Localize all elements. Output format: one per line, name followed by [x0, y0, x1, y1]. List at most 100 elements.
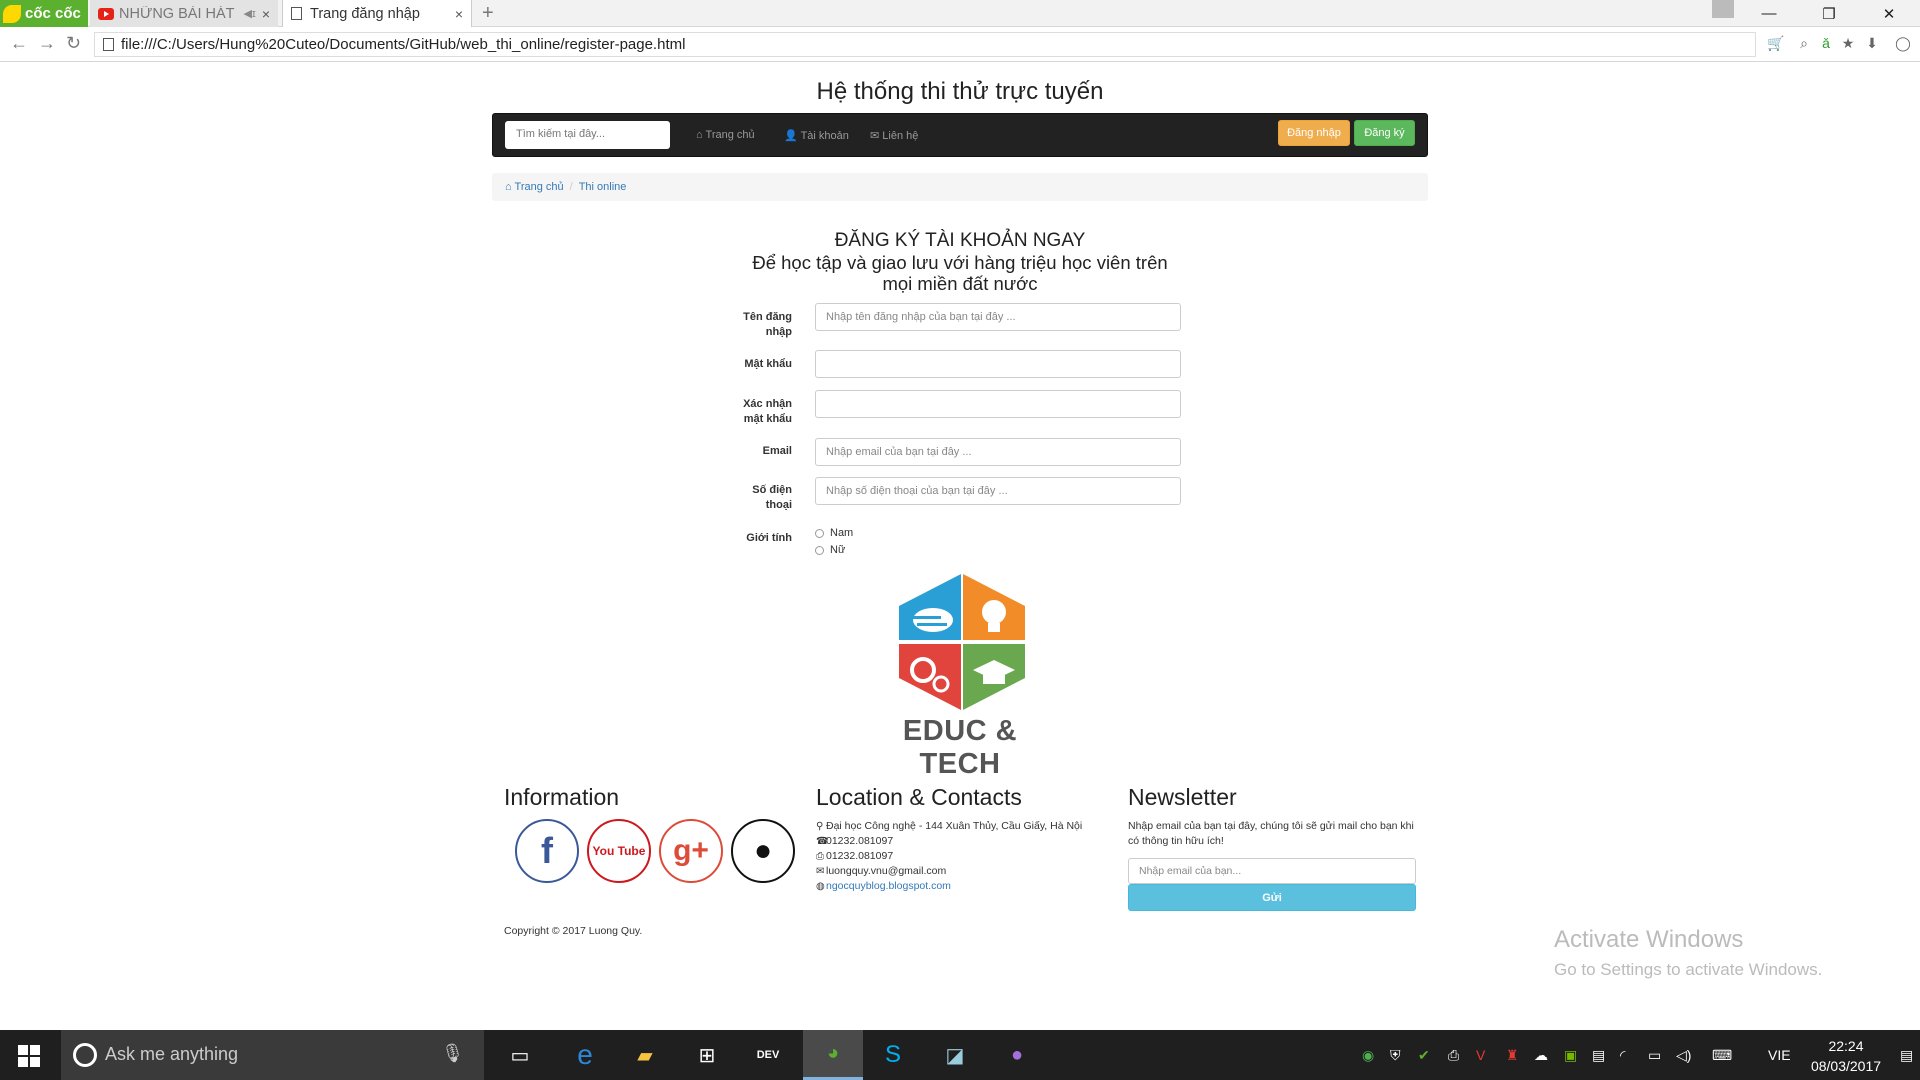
register-button[interactable]: Đăng ký — [1354, 120, 1415, 146]
battery-icon[interactable]: ▭ — [1648, 1047, 1661, 1064]
tab-music[interactable]: NHỮNG BÀI HÁT ◀ɪ × — [90, 0, 278, 27]
label-line: Email — [762, 445, 792, 457]
clock-date: 08/03/2017 — [1810, 1058, 1882, 1074]
devcpp-icon[interactable]: DEV — [738, 1030, 798, 1080]
menu-circle-icon[interactable]: ◯ — [1893, 35, 1913, 55]
file-explorer-icon[interactable]: ▰ — [615, 1030, 675, 1080]
bookmark-star-icon[interactable]: ★ — [1838, 35, 1858, 55]
form-subheading-line: mọi miền đất nước — [882, 273, 1038, 294]
task-view-icon[interactable]: ▭ — [490, 1030, 550, 1080]
close-window-icon[interactable]: ✕ — [1866, 0, 1912, 27]
close-tab-icon[interactable]: × — [262, 6, 270, 22]
nvidia-icon[interactable]: ▣ — [1564, 1047, 1577, 1064]
radio-button[interactable] — [815, 528, 824, 538]
email-text: luongquy.vnu@gmail.com — [826, 865, 947, 877]
username-label: Tên đăng nhập — [694, 310, 792, 340]
cloud-icon[interactable]: ☁ — [1534, 1047, 1548, 1064]
browser-brand-label: cốc cốc — [25, 5, 81, 22]
restore-icon[interactable]: ❐ — [1806, 0, 1852, 27]
shield-icon[interactable]: ⛨ — [1390, 1047, 1401, 1064]
volume-icon[interactable]: ◁) — [1676, 1047, 1691, 1064]
speaker-icon[interactable]: ◀ɪ — [243, 7, 255, 20]
nav-home[interactable]: ⌂ Trang chủ — [696, 129, 755, 141]
contact-address: ⚲ Đại học Công nghệ - 144 Xuân Thủy, Cầu … — [816, 820, 1082, 832]
website-link[interactable]: ngocquyblog.blogspot.com — [826, 880, 951, 892]
cart-icon[interactable]: 🛒 — [1766, 35, 1786, 55]
windows-start-icon[interactable] — [18, 1045, 40, 1067]
google-plus-icon[interactable]: g+ — [659, 819, 723, 883]
activate-windows-subtitle: Go to Settings to activate Windows. — [1554, 960, 1823, 979]
cortana-icon — [73, 1043, 97, 1067]
vivaldi-icon[interactable]: V — [1476, 1047, 1485, 1063]
login-button[interactable]: Đăng nhập — [1278, 120, 1350, 146]
user-profile-icon[interactable] — [1712, 0, 1734, 18]
form-subheading: Để học tập và giao lưu với hàng triệu họ… — [700, 252, 1220, 294]
gender-radio-female[interactable]: Nữ — [815, 544, 845, 556]
contact-phone: ☎01232.081097 — [816, 835, 893, 847]
gender-radio-male[interactable]: Nam — [815, 527, 853, 539]
email-label: Email — [694, 444, 792, 459]
edge-icon[interactable]: e — [555, 1030, 615, 1080]
label-line: mật khẩu — [743, 413, 792, 425]
nav-account[interactable]: 👤 Tài khoản — [784, 129, 849, 142]
home-icon: ⌂ — [505, 181, 512, 193]
form-subheading-line: Để học tập và giao lưu với hàng triệu họ… — [752, 252, 1168, 273]
download-icon[interactable]: ⬇ — [1862, 35, 1882, 55]
minimize-icon[interactable]: — — [1746, 0, 1792, 27]
store-icon[interactable]: ⊞ — [677, 1030, 737, 1080]
breadcrumb-current[interactable]: Thi online — [579, 181, 627, 193]
coccoc-taskbar-icon[interactable]: ◕ — [803, 1030, 863, 1080]
phone-field[interactable]: Nhập số điện thoại của bạn tại đây ... — [815, 477, 1181, 505]
zoom-icon[interactable]: ⌕ — [1794, 35, 1814, 55]
keyboard-icon[interactable]: ⌨ — [1712, 1047, 1732, 1064]
email-field[interactable]: Nhập email của bạn tại đây ... — [815, 438, 1181, 466]
search-input[interactable]: Tìm kiếm tại đây... — [505, 121, 670, 149]
skype-icon[interactable]: S — [863, 1030, 923, 1080]
activate-windows-title: Activate Windows — [1554, 926, 1744, 953]
language-indicator[interactable]: VIE — [1768, 1047, 1791, 1063]
phone-icon: ☎ — [816, 836, 829, 847]
github-desktop-icon[interactable]: ● — [987, 1030, 1047, 1080]
envelope-icon: ✉ — [870, 130, 880, 142]
close-tab-icon[interactable]: × — [455, 6, 463, 22]
notepad-icon[interactable]: ◪ — [925, 1030, 985, 1080]
reload-icon[interactable]: ↻ — [66, 33, 81, 54]
breadcrumb-home-label: Trang chủ — [514, 181, 564, 193]
forward-icon[interactable]: → — [38, 33, 56, 54]
copyright: Copyright © 2017 Luong Quy. — [504, 925, 643, 937]
location-heading: Location & Contacts — [816, 784, 1022, 810]
url-field[interactable]: file:///C:/Users/Hung%20Cuteo/Documents/… — [94, 32, 1756, 57]
wifi-icon[interactable]: ◜ — [1620, 1047, 1625, 1064]
breadcrumb-home[interactable]: ⌂ Trang chủ — [505, 181, 564, 193]
nav-contact[interactable]: ✉ Liên hệ — [870, 129, 918, 142]
tray-check-icon[interactable]: ✔ — [1418, 1047, 1430, 1064]
youtube-icon[interactable]: You Tube — [587, 819, 651, 883]
extension-icon[interactable]: ǎ — [1816, 35, 1836, 55]
radio-button[interactable] — [815, 545, 824, 555]
tray-alert-icon[interactable]: ♜ — [1506, 1047, 1519, 1064]
tray-app-icon[interactable]: ◉ — [1362, 1047, 1374, 1064]
github-glyph: ● — [753, 834, 773, 867]
system-clock[interactable]: 22:24 08/03/2017 — [1806, 1036, 1886, 1076]
display-icon[interactable]: ▤ — [1592, 1047, 1605, 1064]
label-line: Số điện — [752, 484, 792, 496]
cortana-search-box[interactable]: Ask me anything 🎙 — [61, 1030, 484, 1080]
nav-account-label: Tài khoản — [800, 130, 849, 142]
confirm-password-field[interactable] — [815, 390, 1181, 418]
github-icon[interactable]: ● — [731, 819, 795, 883]
back-icon[interactable]: ← — [10, 33, 28, 54]
newsletter-send-button[interactable]: Gửi — [1128, 884, 1416, 911]
action-center-icon[interactable]: ▤ — [1900, 1047, 1913, 1064]
newsletter-email-input[interactable]: Nhập email của bạn... — [1128, 858, 1416, 884]
microphone-icon[interactable]: 🎙 — [441, 1043, 464, 1064]
browser-brand-logo[interactable]: cốc cốc — [0, 0, 88, 27]
newsletter-text: Nhập email của bạn tại đây, chúng tôi sẽ… — [1128, 820, 1414, 847]
new-tab-icon[interactable]: + — [482, 2, 494, 25]
printer-icon[interactable]: ⎙ — [1448, 1047, 1459, 1064]
label-line: Tên đăng — [743, 311, 792, 323]
password-field[interactable] — [815, 350, 1181, 378]
phone-label: Số điện thoại — [694, 483, 792, 513]
username-field[interactable]: Nhập tên đăng nhập của bạn tại đây ... — [815, 303, 1181, 331]
facebook-icon[interactable]: f — [515, 819, 579, 883]
tab-register[interactable]: Trang đăng nhập × — [282, 0, 472, 27]
